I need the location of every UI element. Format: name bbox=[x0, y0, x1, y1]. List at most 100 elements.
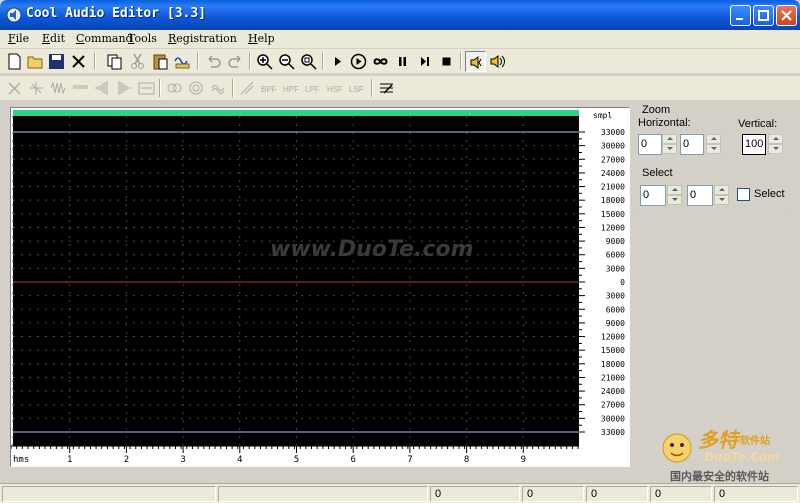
zoom-h-to-spinner[interactable]: 0 bbox=[680, 134, 722, 155]
copy-button[interactable] bbox=[104, 51, 125, 72]
save-button[interactable] bbox=[46, 51, 67, 72]
select-from-spinner[interactable]: 0 bbox=[640, 185, 682, 206]
menu-command[interactable]: Command bbox=[76, 32, 133, 45]
menu-tools[interactable]: Tools bbox=[128, 32, 157, 45]
wave-amplify-icon bbox=[50, 81, 66, 95]
select-checkbox[interactable] bbox=[737, 188, 750, 201]
spin-down-icon[interactable] bbox=[714, 195, 729, 205]
zoom-all-button[interactable] bbox=[298, 51, 319, 72]
spin-up-icon[interactable] bbox=[714, 185, 729, 195]
paste-mix-icon bbox=[174, 57, 190, 69]
hpf-button[interactable]: HPF bbox=[281, 78, 302, 99]
spin-up-icon[interactable] bbox=[706, 134, 721, 144]
amplitude-label: 3000 bbox=[606, 292, 625, 301]
minimize-button[interactable] bbox=[730, 5, 751, 26]
zoom-h-from-field[interactable]: 0 bbox=[638, 134, 662, 155]
undo-button[interactable] bbox=[203, 51, 224, 72]
zoom-all-icon bbox=[301, 54, 317, 70]
main-toolbar bbox=[0, 49, 800, 73]
menu-help[interactable]: Help bbox=[248, 32, 275, 45]
toolbar-separator bbox=[322, 52, 324, 70]
fade-out-button[interactable] bbox=[114, 78, 135, 99]
trim-button[interactable] bbox=[4, 78, 25, 99]
speaker-right-button[interactable] bbox=[487, 51, 508, 72]
new-file-button[interactable] bbox=[4, 51, 25, 72]
close-file-button[interactable] bbox=[68, 51, 89, 72]
scissors-icon bbox=[131, 53, 144, 69]
zoom-h-from-spinner[interactable]: 0 bbox=[638, 134, 677, 155]
equalizer-button[interactable] bbox=[376, 78, 397, 99]
pause-button[interactable] bbox=[392, 51, 413, 72]
fade-button[interactable] bbox=[26, 78, 47, 99]
save-disk-icon bbox=[49, 54, 64, 69]
amplify-button[interactable] bbox=[48, 78, 69, 99]
amplitude-label: 12000 bbox=[601, 333, 625, 342]
reverb-icon bbox=[189, 81, 203, 95]
filter-button[interactable] bbox=[237, 78, 258, 99]
zoom-h-to-field[interactable]: 0 bbox=[680, 134, 704, 155]
zoom-vertical-spinner[interactable]: 100 bbox=[742, 134, 784, 155]
play-button[interactable] bbox=[327, 51, 348, 72]
speaker-left-button[interactable] bbox=[465, 51, 486, 72]
amplitude-label: 9000 bbox=[606, 319, 625, 328]
lsf-icon: LSF bbox=[349, 85, 364, 94]
waveform-panel[interactable]: smpl 33000 30000 27000 24000 21000 18000 15000 1… bbox=[10, 107, 630, 467]
paste-button[interactable] bbox=[150, 51, 171, 72]
fade-icon bbox=[30, 82, 43, 95]
chorus-button[interactable] bbox=[208, 78, 229, 99]
select-from-field[interactable]: 0 bbox=[640, 185, 666, 206]
amplitude-label: 21000 bbox=[601, 183, 625, 192]
spin-down-icon[interactable] bbox=[706, 144, 721, 154]
loop-play-button[interactable] bbox=[370, 51, 391, 72]
paste-mix-button[interactable] bbox=[172, 51, 193, 72]
stop-button[interactable] bbox=[436, 51, 457, 72]
menu-edit[interactable]: Edit bbox=[42, 32, 65, 45]
amplitude-label: 15000 bbox=[601, 210, 625, 219]
hsf-button[interactable]: HSF bbox=[325, 78, 346, 99]
bpf-button[interactable]: BPF bbox=[259, 78, 280, 99]
spin-up-icon[interactable] bbox=[667, 185, 682, 195]
menu-registration[interactable]: Registration bbox=[168, 32, 237, 45]
open-file-button[interactable] bbox=[25, 51, 46, 72]
toolbar-separator bbox=[197, 52, 199, 70]
amplitude-label: 18000 bbox=[601, 360, 625, 369]
time-label: 3 bbox=[180, 455, 185, 465]
status-value-5: 0 bbox=[714, 486, 798, 502]
spin-down-icon[interactable] bbox=[662, 144, 677, 154]
reverb-button[interactable] bbox=[186, 78, 207, 99]
time-label: 4 bbox=[237, 455, 242, 465]
watermark-center: www.DuoTe.com bbox=[270, 237, 474, 262]
lpf-button[interactable]: LPF bbox=[303, 78, 324, 99]
hsf-label: HSF bbox=[327, 85, 343, 94]
zoom-out-button[interactable] bbox=[276, 51, 297, 72]
zoom-in-button[interactable] bbox=[254, 51, 275, 72]
spin-down-icon[interactable] bbox=[667, 195, 682, 205]
cut-button[interactable] bbox=[127, 51, 148, 72]
title-bar[interactable]: Cool Audio Editor [3.3] bbox=[0, 0, 800, 30]
select-to-field[interactable]: 0 bbox=[687, 185, 713, 206]
echo-button[interactable] bbox=[164, 78, 185, 99]
waveform-display[interactable]: smpl330003000027000240002100018000150001… bbox=[11, 108, 629, 466]
status-value-4: 0 bbox=[650, 486, 712, 502]
silence-button[interactable] bbox=[70, 78, 91, 99]
zoom-vertical-field[interactable]: 100 bbox=[742, 134, 766, 155]
redo-button[interactable] bbox=[225, 51, 246, 72]
amplitude-label: 3000 bbox=[606, 264, 625, 273]
speaker-left-icon bbox=[470, 56, 482, 69]
select-title: Select bbox=[640, 167, 675, 179]
close-window-button[interactable] bbox=[776, 5, 797, 26]
select-to-spinner[interactable]: 0 bbox=[687, 185, 729, 206]
spin-up-icon[interactable] bbox=[662, 134, 677, 144]
lsf-button[interactable]: LSF bbox=[347, 78, 368, 99]
menu-file[interactable]: File bbox=[8, 32, 29, 45]
spin-up-icon[interactable] bbox=[768, 134, 783, 144]
amplitude-label: 33000 bbox=[601, 428, 625, 437]
fade-in-button[interactable] bbox=[92, 78, 113, 99]
normalize-button[interactable] bbox=[136, 78, 157, 99]
spin-down-icon[interactable] bbox=[768, 144, 783, 154]
play-to-end-button[interactable] bbox=[348, 51, 369, 72]
status-value-1: 0 bbox=[430, 486, 520, 502]
maximize-button[interactable] bbox=[753, 5, 774, 26]
loop-infinity-icon bbox=[373, 58, 388, 65]
step-button[interactable] bbox=[414, 51, 435, 72]
